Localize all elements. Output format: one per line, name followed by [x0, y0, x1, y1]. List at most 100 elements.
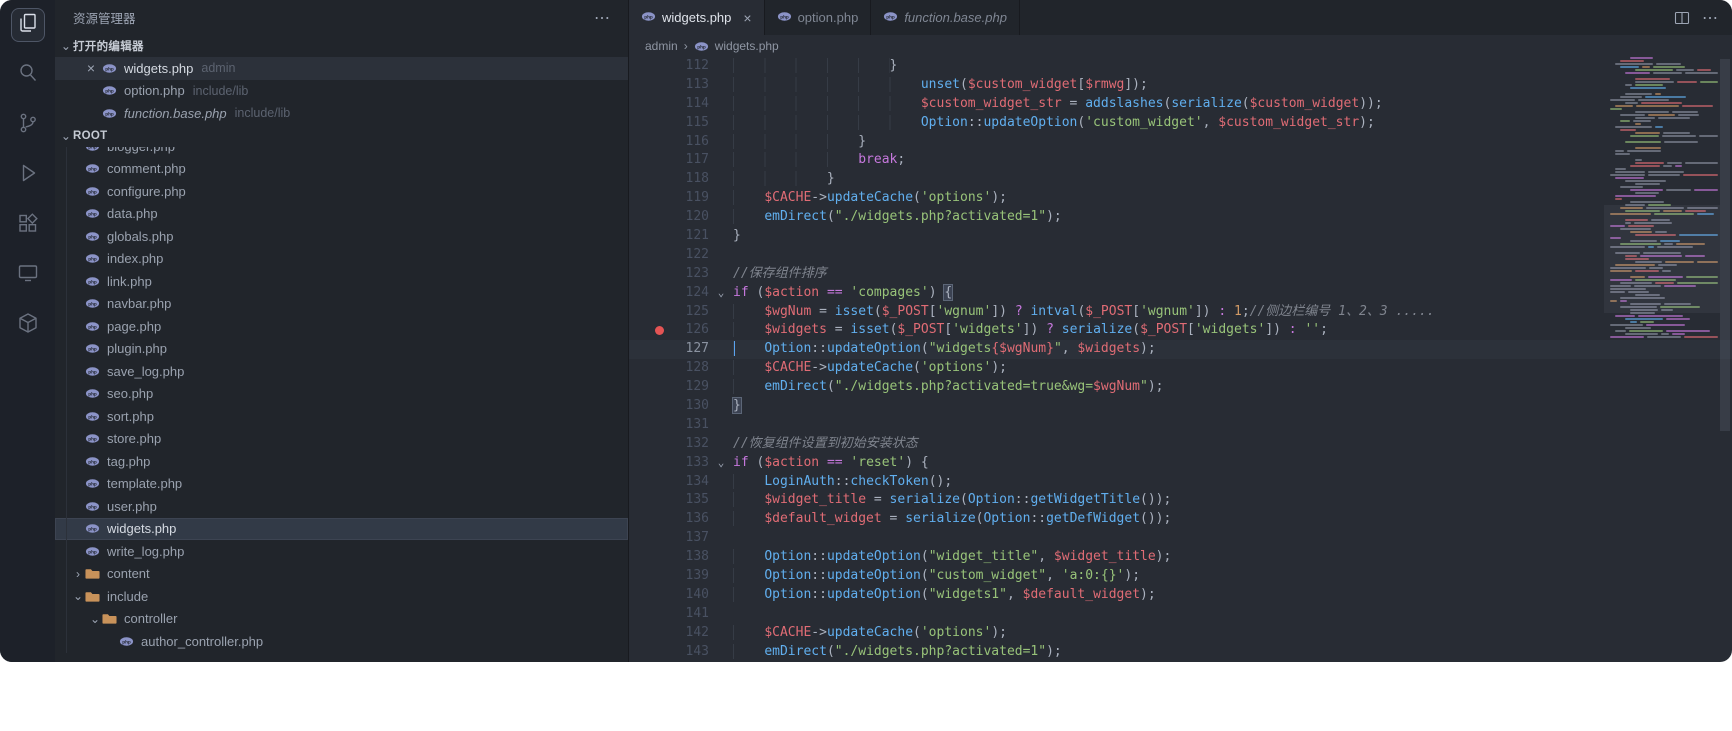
gutter[interactable]: 135	[629, 491, 733, 510]
gutter[interactable]: 119	[629, 189, 733, 208]
folder-item[interactable]: ›content	[55, 563, 628, 586]
folder-item[interactable]: ⌄include	[55, 585, 628, 608]
activity-project-manager[interactable]	[11, 308, 45, 342]
code-line-114[interactable]: 114 $custom_widget_str = addslashes(seri…	[629, 95, 1732, 114]
gutter[interactable]: 132	[629, 435, 733, 454]
code-line-119[interactable]: 119 $CACHE->updateCache('options');	[629, 189, 1732, 208]
code-line-121[interactable]: 121}	[629, 227, 1732, 246]
gutter[interactable]: 127	[629, 340, 733, 359]
file-item[interactable]: phpsort.php	[55, 405, 628, 428]
file-item[interactable]: phpplugin.php	[55, 338, 628, 361]
root-folder-header[interactable]: ⌄ ROOT	[55, 125, 628, 147]
code-line-136[interactable]: 136 $default_widget = serialize(Option::…	[629, 510, 1732, 529]
gutter[interactable]: 113	[629, 76, 733, 95]
file-item[interactable]: phpuser.php	[55, 495, 628, 518]
gutter[interactable]: 128	[629, 359, 733, 378]
close-icon[interactable]: ×	[83, 60, 99, 76]
gutter[interactable]: 138	[629, 548, 733, 567]
vertical-scrollbar[interactable]	[1718, 57, 1732, 662]
code-line-128[interactable]: 128 $CACHE->updateCache('options');	[629, 359, 1732, 378]
file-item[interactable]: phpwrite_log.php	[55, 540, 628, 563]
file-item[interactable]: phptag.php	[55, 450, 628, 473]
open-editor-item[interactable]: phpfunction.base.phpinclude/lib	[55, 102, 628, 125]
gutter[interactable]: 133⌄	[629, 454, 733, 473]
breadcrumb-item[interactable]: admin	[645, 39, 678, 53]
more-actions-icon[interactable]: ⋯	[594, 8, 610, 28]
more-actions-icon[interactable]: ⋯	[1702, 8, 1718, 28]
code-line-142[interactable]: 142 $CACHE->updateCache('options');	[629, 624, 1732, 643]
code-line-112[interactable]: 112 }	[629, 57, 1732, 76]
gutter[interactable]: 134	[629, 473, 733, 492]
split-editor-icon[interactable]	[1674, 10, 1690, 26]
gutter[interactable]: 139	[629, 567, 733, 586]
code-line-129[interactable]: 129 emDirect("./widgets.php?activated=tr…	[629, 378, 1732, 397]
gutter[interactable]: 120	[629, 208, 733, 227]
tab-widgets.php[interactable]: phpwidgets.php×	[629, 0, 765, 35]
minimap[interactable]	[1606, 57, 1718, 377]
gutter[interactable]: 123	[629, 265, 733, 284]
gutter[interactable]: 121	[629, 227, 733, 246]
gutter[interactable]: 112	[629, 57, 733, 76]
code-line-131[interactable]: 131	[629, 416, 1732, 435]
file-item[interactable]: phpstore.php	[55, 428, 628, 451]
gutter[interactable]: 115	[629, 114, 733, 133]
code-line-126[interactable]: 126 $widgets = isset($_POST['widgets']) …	[629, 321, 1732, 340]
gutter[interactable]: 136	[629, 510, 733, 529]
gutter[interactable]: 125	[629, 303, 733, 322]
code-line-140[interactable]: 140 Option::updateOption("widgets1", $de…	[629, 586, 1732, 605]
gutter[interactable]: 124⌄	[629, 284, 733, 303]
gutter[interactable]: 129	[629, 378, 733, 397]
code-line-141[interactable]: 141	[629, 605, 1732, 624]
folder-item[interactable]: ⌄controller	[55, 608, 628, 631]
open-editor-item[interactable]: phpoption.phpinclude/lib	[55, 80, 628, 103]
gutter[interactable]: 130	[629, 397, 733, 416]
activity-source-control[interactable]	[11, 108, 45, 142]
gutter[interactable]: 116	[629, 133, 733, 152]
activity-search[interactable]	[11, 58, 45, 92]
gutter[interactable]: 118	[629, 170, 733, 189]
file-item[interactable]: phpauthor_controller.php	[55, 630, 628, 653]
file-item[interactable]: phpnavbar.php	[55, 293, 628, 316]
file-item[interactable]: phpcomment.php	[55, 158, 628, 181]
open-editor-item[interactable]: ×phpwidgets.phpadmin	[55, 57, 628, 80]
gutter[interactable]: 137	[629, 529, 733, 548]
code-line-125[interactable]: 125 $wgNum = isset($_POST['wgnum']) ? in…	[629, 303, 1732, 322]
file-item[interactable]: phpdata.php	[55, 203, 628, 226]
gutter[interactable]: 140	[629, 586, 733, 605]
open-editors-header[interactable]: ⌄ 打开的编辑器	[55, 35, 628, 57]
code-line-122[interactable]: 122	[629, 246, 1732, 265]
code-line-118[interactable]: 118 }	[629, 170, 1732, 189]
code-line-138[interactable]: 138 Option::updateOption("widget_title",…	[629, 548, 1732, 567]
file-item[interactable]: phpindex.php	[55, 248, 628, 271]
file-item[interactable]: phpseo.php	[55, 383, 628, 406]
file-item[interactable]: phpglobals.php	[55, 225, 628, 248]
code-line-135[interactable]: 135 $widget_title = serialize(Option::ge…	[629, 491, 1732, 510]
fold-chevron-icon[interactable]: ⌄	[709, 454, 733, 473]
activity-remote-explorer[interactable]	[11, 258, 45, 292]
file-item[interactable]: phpsave_log.php	[55, 360, 628, 383]
gutter[interactable]: 117	[629, 151, 733, 170]
scrollbar-slider[interactable]	[1720, 59, 1730, 431]
activity-run-debug[interactable]	[11, 158, 45, 192]
code-line-133[interactable]: 133⌄if ($action == 'reset') {	[629, 454, 1732, 473]
gutter[interactable]: 122	[629, 246, 733, 265]
code-line-116[interactable]: 116 }	[629, 133, 1732, 152]
file-item[interactable]: phppage.php	[55, 315, 628, 338]
code-line-127[interactable]: 127 Option::updateOption("widgets{$wgNum…	[629, 340, 1732, 359]
code-line-137[interactable]: 137	[629, 529, 1732, 548]
gutter[interactable]: 131	[629, 416, 733, 435]
file-item[interactable]: phpblogger.php	[55, 147, 628, 158]
minimap-viewport[interactable]	[1604, 205, 1720, 313]
code-line-123[interactable]: 123//保存组件排序	[629, 265, 1732, 284]
file-item[interactable]: phptemplate.php	[55, 473, 628, 496]
gutter[interactable]: 141	[629, 605, 733, 624]
code-line-139[interactable]: 139 Option::updateOption("custom_widget"…	[629, 567, 1732, 586]
code-line-143[interactable]: 143 emDirect("./widgets.php?activated=1"…	[629, 643, 1732, 662]
activity-explorer[interactable]	[11, 8, 45, 42]
gutter[interactable]: 126	[629, 321, 733, 340]
gutter[interactable]: 143	[629, 643, 733, 662]
gutter[interactable]: 114	[629, 95, 733, 114]
code-line-117[interactable]: 117 break;	[629, 151, 1732, 170]
code-line-124[interactable]: 124⌄if ($action == 'compages') {	[629, 284, 1732, 303]
activity-extensions[interactable]	[11, 208, 45, 242]
